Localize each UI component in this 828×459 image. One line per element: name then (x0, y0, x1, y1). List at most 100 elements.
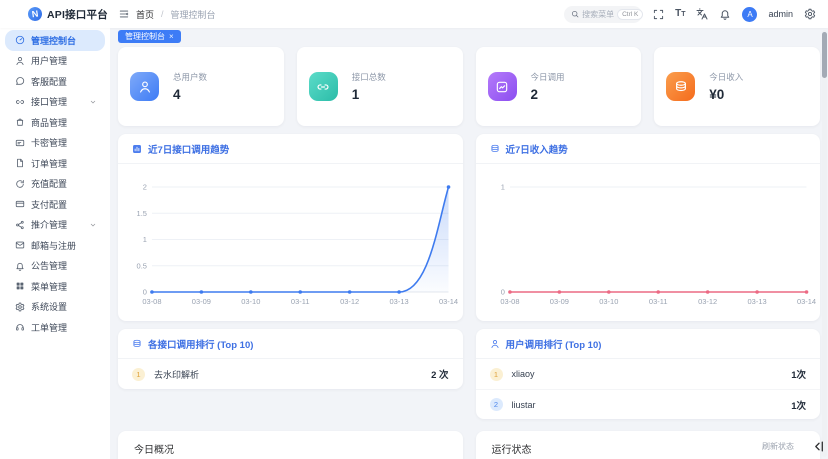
grid-icon (16, 282, 24, 290)
sidebar-item-pay[interactable]: 支付配置 (5, 194, 105, 215)
coins-icon (675, 80, 686, 91)
sidebar: 管理控制台 用户管理客服配置接口管理商品管理卡密管理 订单管理充值配置支付配置推介管… (0, 28, 110, 459)
breadcrumb: 首页 / 管理控制台 (110, 8, 564, 21)
dashboard-icon (15, 36, 25, 45)
sidebar-item-mail[interactable]: 邮箱与注册 (5, 235, 105, 256)
stat-label: 接口总数 (351, 72, 386, 82)
chat-icon (16, 77, 25, 85)
fullscreen-icon[interactable] (653, 9, 664, 20)
sidebar-item-recharge[interactable]: 充值配置 (5, 174, 105, 195)
header-actions: Ctrl K TT A admin (564, 5, 828, 23)
sidebar-item-label: 推介管理 (31, 220, 68, 231)
charts-row: 近7日接口调用趋势 0 0.5 1 1.5 2 03-08 03-09 03-10 03-11 0… (118, 134, 820, 321)
user-icon (16, 56, 24, 65)
sidebar-item-label: 商品管理 (31, 117, 68, 128)
stat-value: 1 (351, 87, 360, 102)
gear-icon (15, 302, 25, 312)
sidebar-item-grid[interactable]: 菜单管理 (5, 276, 105, 297)
trend-icon (496, 81, 508, 92)
coins-icon (133, 339, 141, 347)
sidebar-item-shop[interactable]: 商品管理 (5, 112, 105, 133)
search-input[interactable] (582, 9, 615, 19)
sidebar-item-headset[interactable]: 工单管理 (5, 317, 105, 338)
svg-text:03-09: 03-09 (192, 297, 211, 306)
refresh-status-button[interactable]: 刷新状态 (762, 441, 794, 452)
rank-item-name: liustar (511, 399, 536, 410)
stat-card-api: 接口总数 1 (296, 47, 463, 126)
chevron-down-icon (90, 100, 96, 104)
sidebar-item-bell[interactable]: 公告管理 (5, 256, 105, 277)
rank-item-count: 1次 (791, 370, 806, 381)
font-size-icon[interactable]: TT (675, 9, 685, 19)
run-status-title: 运行状态 (491, 445, 532, 456)
search-icon (572, 10, 579, 18)
menu-fold-icon[interactable] (119, 9, 129, 19)
pay-icon (15, 201, 25, 208)
today-overview-title: 今日概况 (134, 445, 174, 456)
svg-text:03-11: 03-11 (291, 297, 310, 306)
today-overview-card: 今日概况 (118, 431, 463, 459)
sidebar-item-chat[interactable]: 客服配置 (5, 71, 105, 92)
stat-card-user: 总用户数 4 (118, 47, 284, 126)
app-title: API接口平台 (47, 8, 108, 21)
api-ranking-card: 各接口调用排行 (Top 10) 1 去水印解析 2 次 (118, 329, 463, 389)
stat-icon-badge (130, 72, 159, 101)
scrollbar-thumb[interactable] (822, 32, 827, 78)
income-trend-line-chart: 0 1 03-08 03-09 03-10 03-11 03-12 03-13 03-14 (476, 164, 821, 320)
sidebar-item-card[interactable]: 卡密管理 (5, 133, 105, 154)
chart-title: 近7日接口调用趋势 (148, 144, 230, 156)
scrollbar-track[interactable] (822, 30, 827, 457)
stat-label: 今日收入 (709, 72, 744, 82)
sidebar-item-label: 工单管理 (31, 322, 68, 333)
income-trend-chart-card: 近7日收入趋势 0 1 03-08 03-09 03-10 03-11 03-12 03-13… (475, 134, 821, 321)
svg-text:0: 0 (143, 288, 147, 297)
notification-bell-icon[interactable] (719, 8, 731, 20)
tab-bar: 管理控制台 × (118, 30, 820, 43)
stat-value: 2 (530, 87, 539, 102)
rank-badge: 2 (489, 398, 503, 411)
sidebar-item-label: 充值配置 (31, 179, 68, 190)
bottom-row: 今日概况 运行状态 刷新状态 (118, 431, 820, 459)
tab-dashboard[interactable]: 管理控制台 × (118, 30, 181, 43)
sidebar-item-dashboard[interactable]: 管理控制台 (5, 30, 105, 51)
sidebar-item-share[interactable]: 推介管理 (5, 215, 105, 236)
tab-close-icon[interactable]: × (169, 32, 174, 41)
coins-icon (490, 144, 499, 152)
ranking-title: 各接口调用排行 (Top 10) (148, 339, 254, 351)
user-avatar[interactable]: A (742, 6, 758, 22)
svg-text:03-14: 03-14 (796, 297, 815, 306)
sidebar-item-order[interactable]: 订单管理 (5, 153, 105, 174)
breadcrumb-home[interactable]: 首页 (136, 8, 154, 21)
settings-gear-icon[interactable] (804, 8, 816, 20)
sidebar-item-api[interactable]: 接口管理 (5, 92, 105, 113)
stat-value: ¥0 (709, 87, 725, 102)
sidebar-item-label: 客服配置 (31, 76, 68, 87)
sidebar-item-gear[interactable]: 系统设置 (5, 297, 105, 318)
username-label[interactable]: admin (768, 9, 793, 19)
user-icon (490, 339, 500, 349)
svg-text:03-13: 03-13 (747, 297, 766, 306)
search-box[interactable]: Ctrl K (564, 5, 644, 23)
sidebar-item-label: 邮箱与注册 (31, 240, 77, 251)
rank-item-count: 1次 (791, 400, 806, 412)
sidebar-item-user[interactable]: 用户管理 (5, 51, 105, 72)
app-logo-icon: N (27, 6, 43, 22)
search-shortcut-badge: Ctrl K (617, 8, 644, 20)
svg-text:03-14: 03-14 (439, 297, 458, 306)
stat-label: 今日调用 (530, 72, 565, 82)
ranking-list-item: 1 xliaoy 1次 (476, 359, 821, 389)
svg-text:03-13: 03-13 (390, 297, 409, 306)
svg-text:03-10: 03-10 (241, 297, 260, 306)
coins-icon (490, 144, 500, 154)
rankings-row: 各接口调用排行 (Top 10) 1 去水印解析 2 次 用户调用排行 (Top 1… (118, 329, 820, 431)
main-content: 管理控制台 × 总用户数 4 接口总数 1 今日调用 2 今日收入 ¥0 近7日接口调用趋势 … (110, 28, 828, 459)
run-status-card: 运行状态 刷新状态 (475, 431, 820, 459)
collapse-panel-icon[interactable] (812, 440, 825, 453)
coins-icon (132, 339, 142, 349)
user-icon (490, 339, 499, 348)
api-icon (317, 83, 329, 90)
stat-icon-badge (487, 72, 517, 101)
rank-item-name: 去水印解析 (154, 369, 200, 380)
svg-text:1: 1 (143, 235, 147, 244)
translate-icon[interactable] (696, 8, 708, 20)
